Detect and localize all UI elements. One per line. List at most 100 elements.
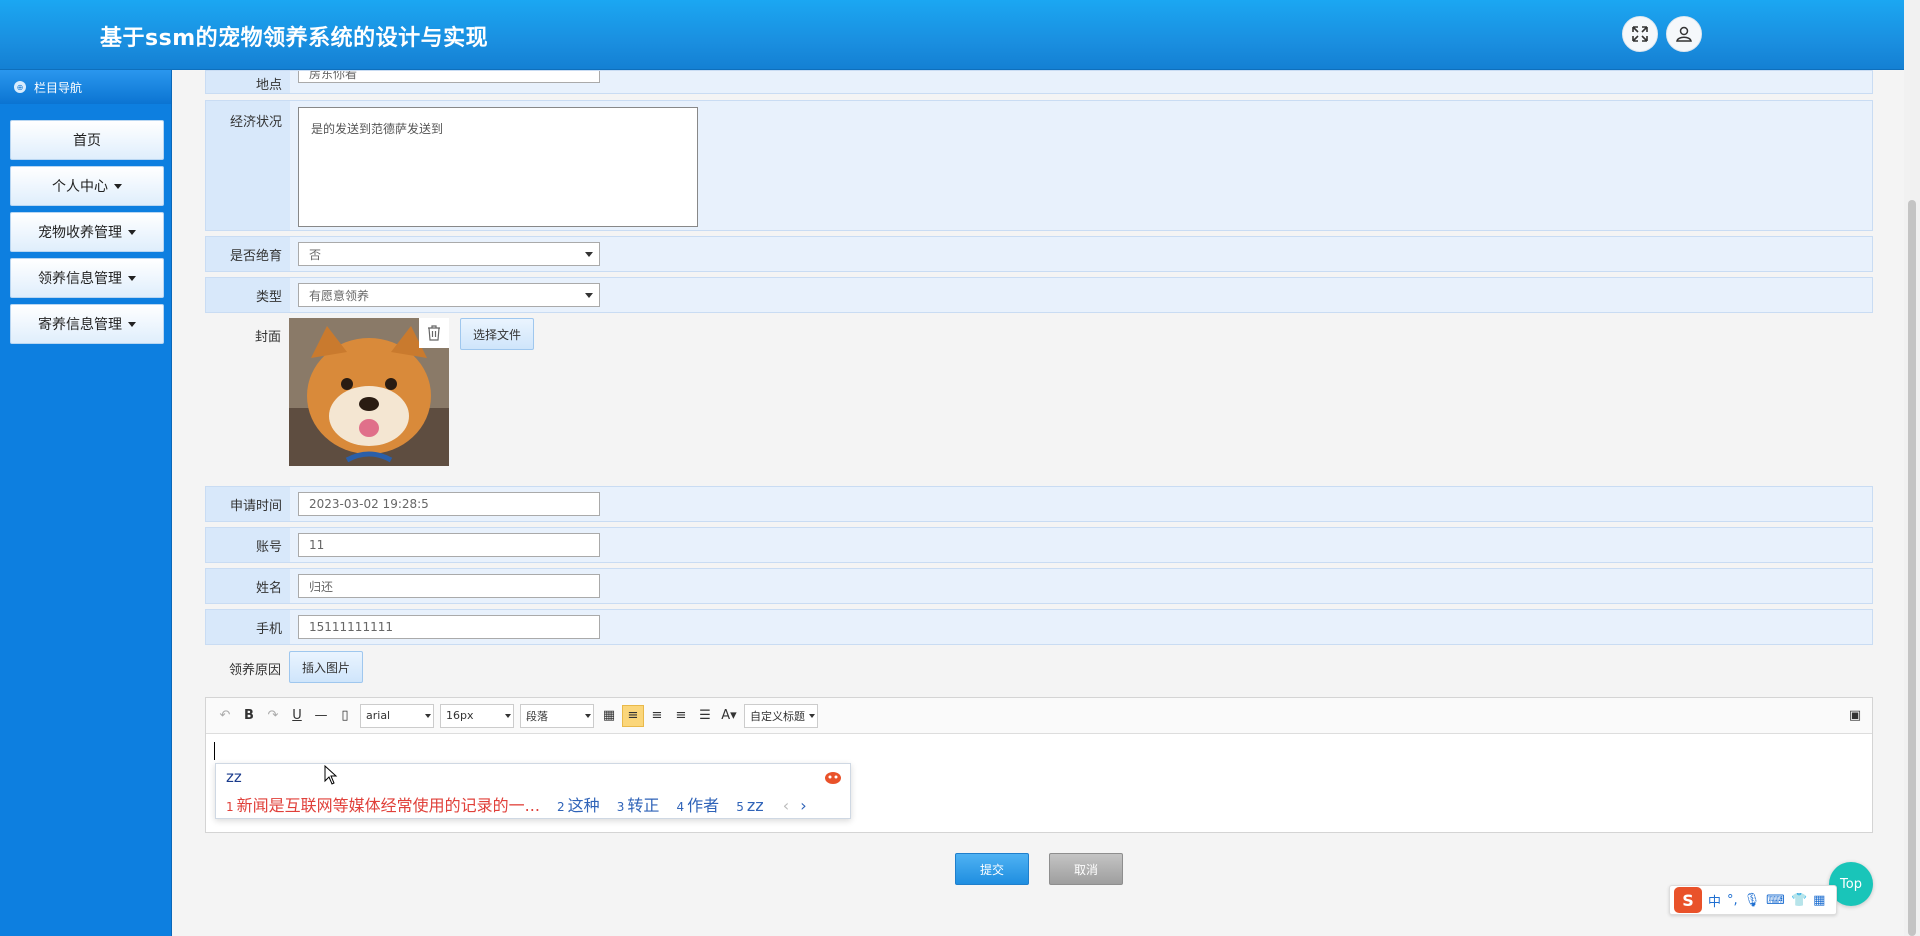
custom-title-select[interactable]: 自定义标题 — [744, 703, 818, 728]
location-input[interactable]: 房东你看 — [298, 71, 600, 83]
user-icon — [1676, 26, 1692, 42]
form-row-reason: 领养原因 插入图片 — [205, 650, 1873, 686]
sidebar-item-adoption-info[interactable]: 领养信息管理 — [10, 258, 164, 298]
horizontal-rule-icon[interactable]: — — [310, 705, 332, 727]
bold-icon[interactable]: B — [238, 705, 260, 727]
ime-candidate[interactable]: 2 这种 — [557, 796, 600, 815]
sidebar-item-label: 宠物收养管理 — [38, 225, 122, 241]
sidebar-heading: ⊕ 栏目导航 — [0, 70, 171, 104]
table-icon[interactable]: ▦ — [598, 705, 620, 727]
skin-shirt-icon[interactable]: 👕 — [1791, 893, 1807, 908]
chevron-down-icon — [114, 183, 122, 189]
keyboard-icon[interactable]: ⌨ — [1766, 893, 1785, 908]
field-label: 手机 — [206, 610, 290, 644]
align-justify-icon[interactable]: ☰ — [694, 705, 716, 727]
form-row-account: 账号 11 — [205, 527, 1873, 563]
underline-icon[interactable]: U — [286, 705, 308, 727]
insert-image-button[interactable]: 插入图片 — [289, 651, 363, 683]
ime-candidate[interactable]: 3 转正 — [617, 796, 660, 815]
form-row-phone: 手机 15111111111 — [205, 609, 1873, 645]
sidebar-item-pet-adoption[interactable]: 宠物收养管理 — [10, 212, 164, 252]
field-label: 经济状况 — [206, 101, 290, 230]
delete-image-button[interactable] — [419, 318, 449, 348]
mouse-cursor-icon — [324, 765, 338, 785]
app-header: 基于ssm的宠物领养系统的设计与实现 — [0, 0, 1904, 70]
field-label: 姓名 — [206, 569, 290, 603]
sidebar: ⊕ 栏目导航 首页 个人中心 宠物收养管理 领养信息管理 寄养信息管理 — [0, 70, 172, 936]
name-input[interactable]: 归还 — [298, 574, 600, 598]
submit-button[interactable]: 提交 — [955, 853, 1029, 885]
scrollbar-thumb[interactable] — [1908, 200, 1916, 936]
sterilized-select[interactable]: 否 — [298, 242, 600, 266]
ime-candidate[interactable]: 5 zz — [736, 796, 763, 815]
page-scrollbar[interactable] — [1904, 0, 1920, 936]
form-row-apply-time: 申请时间 2023-03-02 19:28:5 — [205, 486, 1873, 522]
type-select[interactable]: 有愿意领养 — [298, 283, 600, 307]
field-label: 是否绝育 — [206, 237, 290, 271]
sidebar-item-label: 寄养信息管理 — [38, 317, 122, 333]
document-icon[interactable]: ▯ — [334, 705, 356, 727]
fullscreen-button[interactable] — [1622, 16, 1658, 52]
ime-candidate[interactable]: 1 新闻是互联网等媒体经常使用的记录的一... — [226, 796, 540, 815]
ime-toolbar: S 中 °, 🎙 ⌨ 👕 ▦ — [1669, 885, 1837, 915]
redo-icon[interactable]: ↷ — [262, 705, 284, 727]
toolbox-grid-icon[interactable]: ▦ — [1813, 893, 1825, 908]
field-label: 账号 — [206, 528, 290, 562]
ime-candidates: 1 新闻是互联网等媒体经常使用的记录的一... 2 这种 3 转正 4 作者 5 zz ‹… — [226, 792, 807, 816]
sidebar-item-home[interactable]: 首页 — [10, 120, 164, 160]
trash-icon — [428, 325, 440, 341]
text-cursor — [214, 742, 215, 760]
account-input[interactable]: 11 — [298, 533, 600, 557]
field-label: 申请时间 — [206, 487, 290, 521]
nav-circle-icon: ⊕ — [14, 81, 26, 93]
cancel-button[interactable]: 取消 — [1049, 853, 1123, 885]
undo-icon[interactable]: ↶ — [214, 705, 236, 727]
ime-skin-icon — [825, 772, 841, 784]
font-color-icon[interactable]: A▾ — [718, 705, 740, 727]
sidebar-item-label: 个人中心 — [52, 179, 108, 195]
ime-candidate[interactable]: 4 作者 — [677, 796, 720, 815]
apply-time-input[interactable]: 2023-03-02 19:28:5 — [298, 492, 600, 516]
sidebar-item-label: 领养信息管理 — [38, 271, 122, 287]
form-row-cover: 封面 选择文件 — [205, 318, 1873, 468]
align-right-icon[interactable]: ≡ — [646, 705, 668, 727]
sidebar-item-label: 首页 — [73, 133, 101, 149]
user-profile-button[interactable] — [1666, 16, 1702, 52]
field-label: 封面 — [254, 330, 281, 345]
editor-toolbar: ↶ B ↷ U — ▯ arial 16px 段落 ▦ ≡ ≡ ≡ ☰ A▾ 自… — [206, 698, 1872, 734]
sogou-logo-icon: S — [1674, 887, 1702, 913]
paragraph-select[interactable]: 段落 — [520, 703, 594, 728]
form-row-name: 姓名 归还 — [205, 568, 1873, 604]
ime-prev-page-icon[interactable]: ‹ — [783, 796, 789, 815]
form-row-type: 类型 有愿意领养 — [205, 277, 1873, 313]
form-row-sterilized: 是否绝育 否 — [205, 236, 1873, 272]
font-family-select[interactable]: arial — [360, 703, 434, 728]
ime-candidate-popup: zz 1 新闻是互联网等媒体经常使用的记录的一... 2 这种 3 转正 4 作者 5z… — [215, 763, 851, 819]
ime-punctuation-icon[interactable]: °, — [1727, 893, 1738, 908]
chevron-down-icon — [128, 321, 136, 327]
field-label: 领养原因 — [228, 662, 281, 678]
ime-lang-toggle[interactable]: 中 — [1708, 891, 1721, 910]
sidebar-item-personal-center[interactable]: 个人中心 — [10, 166, 164, 206]
app-title: 基于ssm的宠物领养系统的设计与实现 — [100, 26, 489, 51]
expand-icon — [1632, 26, 1648, 42]
economy-textarea[interactable]: 是的发送到范德萨发送到 — [298, 107, 698, 227]
cover-image — [289, 318, 449, 466]
chevron-down-icon — [128, 275, 136, 281]
field-label: 类型 — [206, 278, 290, 312]
align-left-icon[interactable]: ≡ — [622, 704, 644, 727]
preview-icon[interactable]: ▣ — [1844, 705, 1866, 727]
form-row-location: 地点 房东你看 — [205, 70, 1873, 94]
ime-next-page-icon[interactable]: › — [800, 796, 806, 815]
align-center-icon[interactable]: ≡ — [670, 705, 692, 727]
font-size-select[interactable]: 16px — [440, 703, 514, 728]
chevron-down-icon — [128, 229, 136, 235]
field-label: 地点 — [206, 71, 290, 93]
form-row-economy: 经济状况 是的发送到范德萨发送到 — [205, 100, 1873, 231]
ime-composition: zz — [226, 768, 242, 786]
sidebar-item-foster-info[interactable]: 寄养信息管理 — [10, 304, 164, 344]
microphone-icon[interactable]: 🎙 — [1744, 893, 1761, 908]
phone-input[interactable]: 15111111111 — [298, 615, 600, 639]
sidebar-heading-label: 栏目导航 — [34, 80, 83, 95]
choose-file-button[interactable]: 选择文件 — [460, 318, 534, 350]
